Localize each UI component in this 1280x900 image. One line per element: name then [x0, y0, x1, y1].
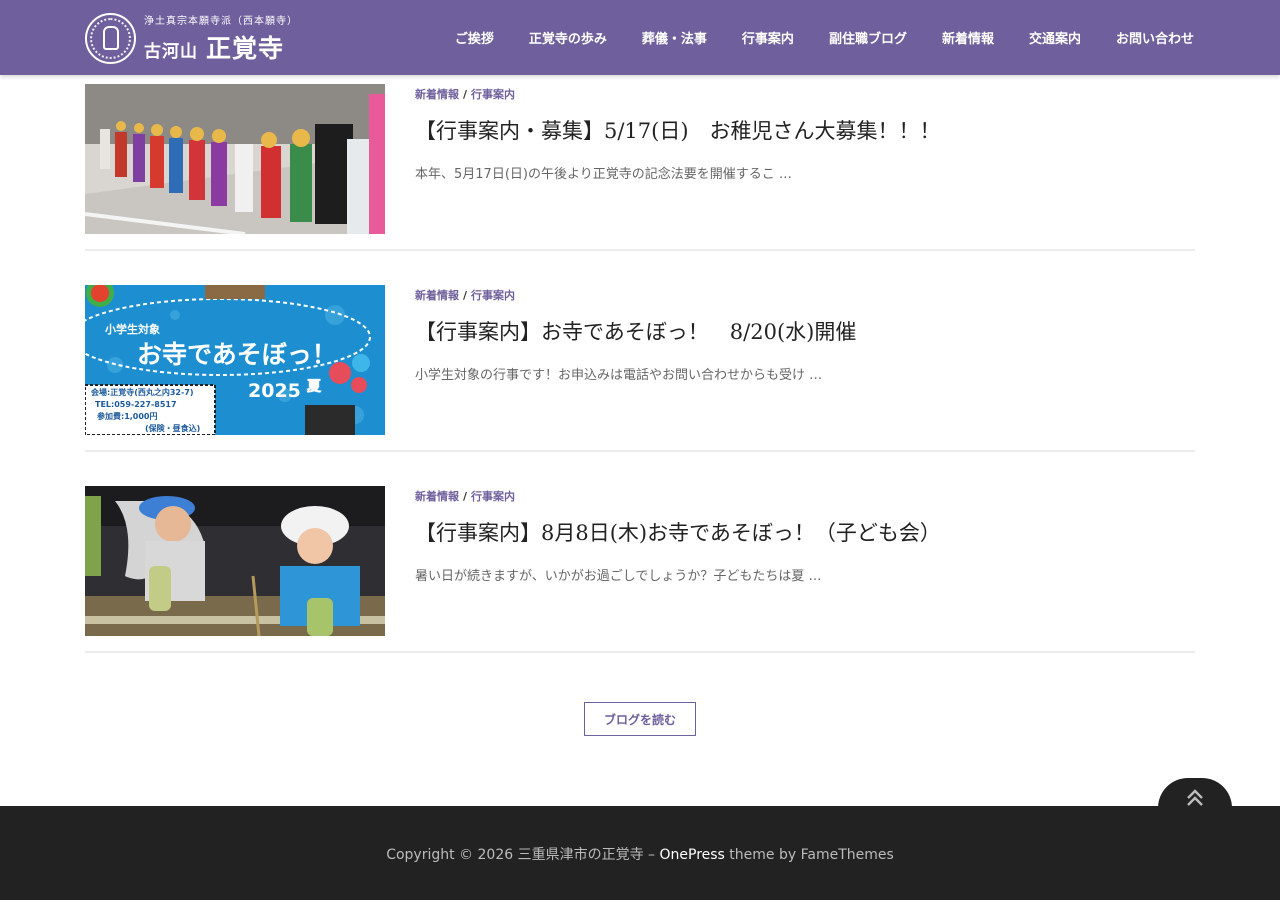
category-link-news[interactable]: 新着情報 — [415, 88, 459, 101]
double-chevron-up-icon — [1187, 789, 1203, 806]
category-link-events[interactable]: 行事案内 — [471, 490, 515, 503]
flyer-season: 夏 — [307, 378, 322, 395]
logo-subtitle: 浄土真宗本願寺派（西本願寺） — [144, 15, 298, 27]
site-logo[interactable]: 浄土真宗本願寺派（西本願寺） 古河山 正覚寺 — [85, 12, 298, 64]
flyer-headline: お寺であそぼっ！ — [137, 340, 337, 369]
post-excerpt: 本年、5月17日(日)の午後より正覚寺の記念法要を開催するこ … — [415, 167, 792, 182]
post-item: 新着情報 / 行事案内 【行事案内】8月8日(木)お寺であそぼっ！（子ども会） 暑い… — [85, 477, 1195, 653]
category-link-news[interactable]: 新着情報 — [415, 289, 459, 302]
post-item: 小学生対象 お寺であそぼっ！ 2025 夏 会場:正覚寺(西丸之内32-7) T… — [85, 276, 1195, 452]
nav-item-contact[interactable]: お問い合わせ — [1116, 28, 1194, 47]
post-title[interactable]: 【行事案内】お寺であそぼっ！ 8/20(水)開催 — [415, 316, 856, 346]
flyer-year: 2025 — [248, 380, 301, 402]
logo-temple-name: 正覚寺 — [206, 33, 285, 63]
category-link-events[interactable]: 行事案内 — [471, 289, 515, 302]
post-categories: 新着情報 / 行事案内 — [415, 88, 516, 101]
post-thumbnail[interactable] — [85, 84, 385, 234]
post-categories: 新着情報 / 行事案内 — [415, 490, 516, 503]
post-title[interactable]: 【行事案内・募集】5/17(日) お稚児さん大募集！！！ — [415, 115, 941, 145]
post-thumbnail[interactable] — [85, 486, 385, 636]
logo-mountain-name: 古河山 — [144, 41, 198, 62]
flyer-fee-note: (保険・昼食込) — [145, 423, 200, 433]
nav-item-funerals[interactable]: 葬儀・法事 — [642, 28, 707, 47]
main-nav: ご挨拶 正覚寺の歩み 葬儀・法事 行事案内 副住職ブログ 新着情報 交通案内 お… — [420, 0, 1194, 75]
post-title[interactable]: 【行事案内】8月8日(木)お寺であそぼっ！（子ども会） — [415, 517, 941, 547]
nav-item-greeting[interactable]: ご挨拶 — [455, 28, 494, 47]
flyer-venue: 会場:正覚寺(西丸之内32-7) — [91, 387, 194, 397]
site-header: 浄土真宗本願寺派（西本願寺） 古河山 正覚寺 ご挨拶 正覚寺の歩み 葬儀・法事 … — [0, 0, 1280, 75]
nav-item-history[interactable]: 正覚寺の歩み — [529, 28, 607, 47]
nav-item-events[interactable]: 行事案内 — [742, 28, 794, 47]
nav-item-blog[interactable]: 副住職ブログ — [829, 28, 907, 47]
flyer-target: 小学生対象 — [104, 322, 160, 336]
nav-item-news[interactable]: 新着情報 — [942, 28, 994, 47]
post-excerpt: 暑い日が続きますが、いかがお過ごしでしょうか？子どもたちは夏 … — [415, 569, 822, 584]
logo-text: 浄土真宗本願寺派（西本願寺） 古河山 正覚寺 — [144, 12, 298, 65]
copyright-text: Copyright © 2026 三重県津市の正覚寺 – OnePress th… — [386, 847, 894, 863]
post-item: 新着情報 / 行事案内 【行事案内・募集】5/17(日) お稚児さん大募集！！！ 本… — [85, 75, 1195, 251]
post-excerpt: 小学生対象の行事です！お申込みは電話やお問い合わせからも受け … — [415, 368, 823, 383]
flyer-fee: 参加費:1,000円 — [96, 411, 158, 421]
category-link-events[interactable]: 行事案内 — [471, 88, 515, 101]
temple-crest-icon — [85, 12, 136, 64]
read-blog-button[interactable]: ブログを読む — [584, 702, 696, 736]
category-link-news[interactable]: 新着情報 — [415, 490, 459, 503]
post-thumbnail[interactable]: 小学生対象 お寺であそぼっ！ 2025 夏 会場:正覚寺(西丸之内32-7) T… — [85, 285, 385, 435]
flyer-tel: TEL:059-227-8517 — [95, 400, 177, 409]
theme-link[interactable]: OnePress — [660, 847, 725, 863]
back-to-top-button[interactable] — [1158, 778, 1232, 808]
site-footer: Copyright © 2026 三重県津市の正覚寺 – OnePress th… — [0, 806, 1280, 900]
post-categories: 新着情報 / 行事案内 — [415, 289, 516, 302]
nav-item-access[interactable]: 交通案内 — [1029, 28, 1081, 47]
